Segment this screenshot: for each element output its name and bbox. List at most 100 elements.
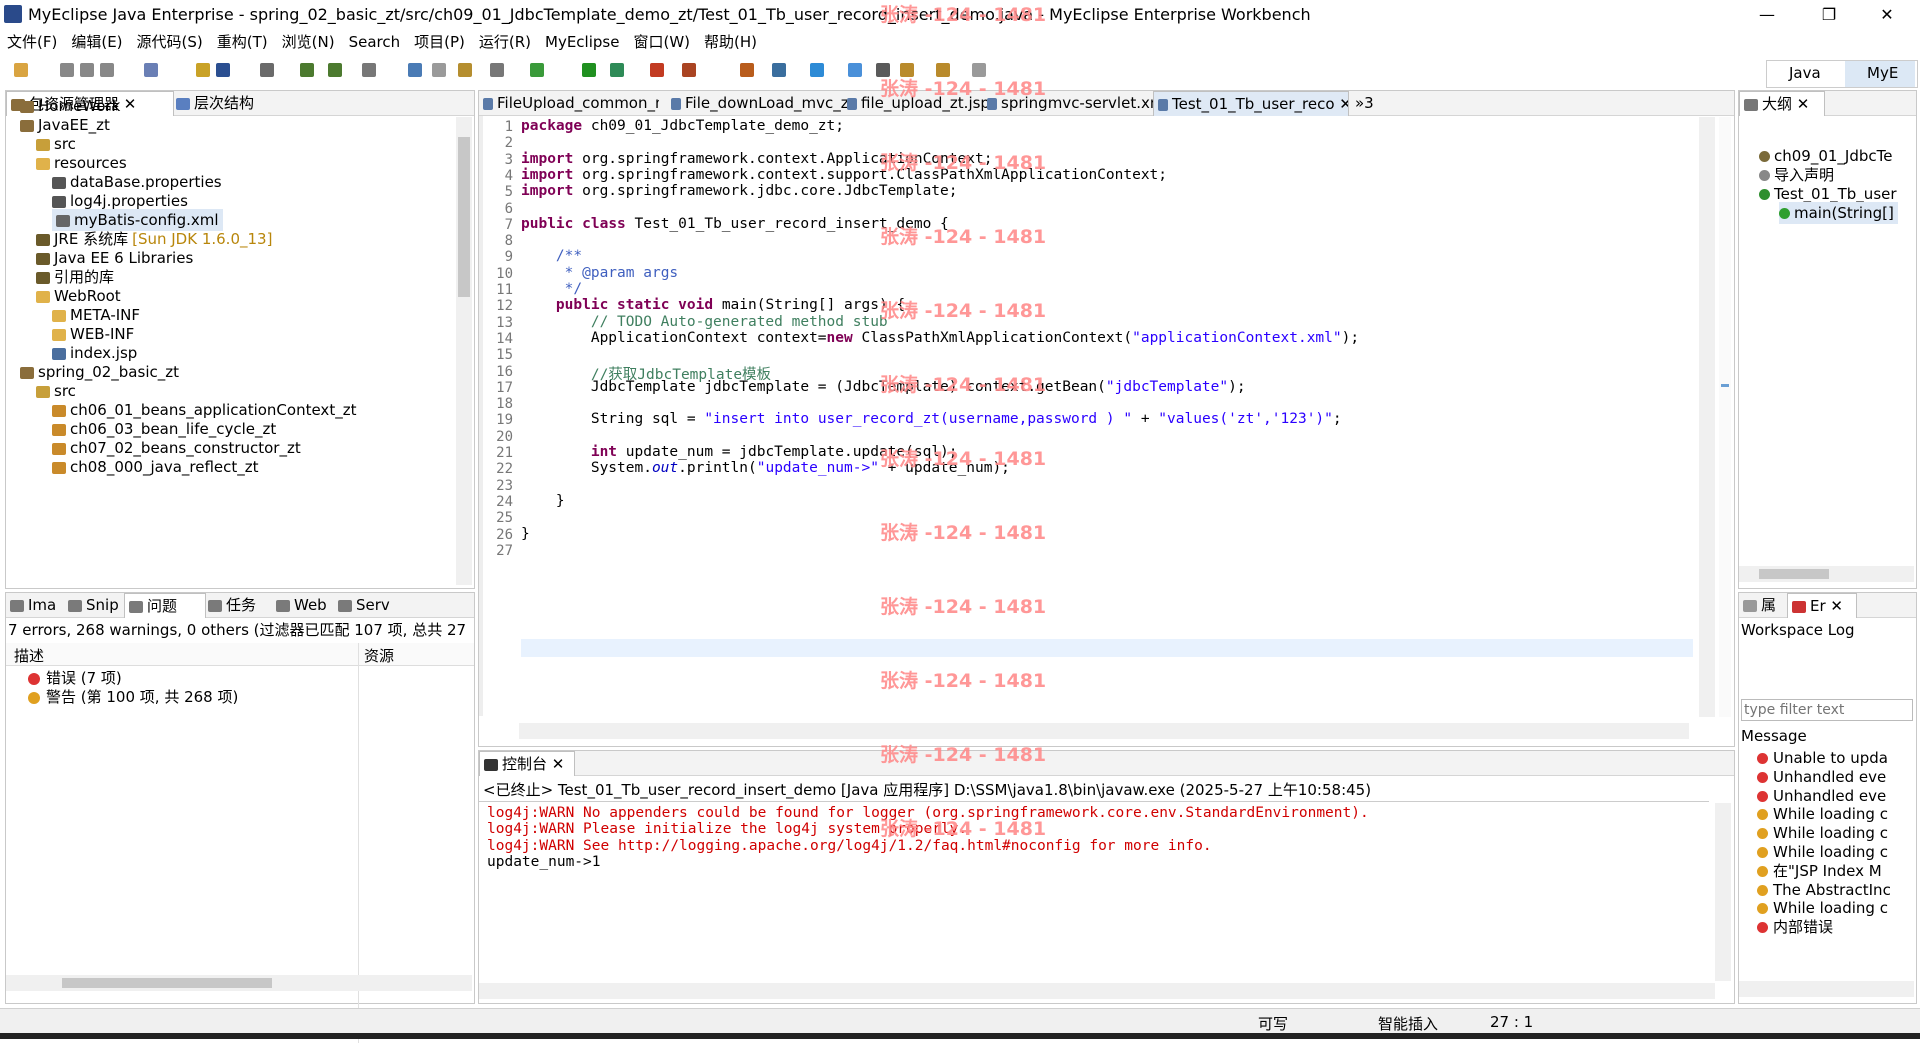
maximize-button[interactable]: ❐ — [1806, 0, 1852, 30]
console-tabs: 控制台 ✕ — [479, 751, 1734, 776]
log-row[interactable]: 内部错误 — [1757, 916, 1907, 938]
tab-bottom-4[interactable]: Web — [272, 593, 334, 617]
file-icon — [483, 97, 493, 110]
myeclipse-app-icon — [4, 5, 22, 23]
menu-item-6[interactable]: 项目(P) — [407, 30, 472, 54]
editor-tab-1[interactable]: File_downLoad_mvc_zt — [667, 91, 847, 115]
toolbar-button-icon-9[interactable] — [328, 63, 342, 77]
menu-item-10[interactable]: 帮助(H) — [697, 30, 764, 54]
file-icon — [847, 97, 857, 110]
tab-bottom-1[interactable]: Snip — [64, 593, 126, 617]
menu-item-9[interactable]: 窗口(W) — [626, 30, 697, 54]
tab-hierarchy[interactable]: 层次结构 — [172, 91, 296, 115]
tab-properties[interactable]: 属 — [1739, 593, 1789, 617]
outline-panel: 大纲 ✕ ch09_01_JdbcTe 导入声明 Test_01_Tb_user ma… — [1738, 90, 1917, 589]
editor-tab-4[interactable]: Test_01_Tb_user_reco ✕ — [1153, 91, 1349, 116]
toolbar-button-icon-26[interactable] — [936, 63, 950, 77]
package-tree-scrollbar[interactable] — [456, 117, 472, 585]
toolbar-button-icon-5[interactable] — [196, 63, 210, 77]
toolbar-button-icon-13[interactable] — [458, 63, 472, 77]
console-h-scrollbar[interactable] — [479, 983, 1715, 999]
log-h-scrollbar[interactable] — [1739, 981, 1914, 997]
toolbar-button-icon-4[interactable] — [144, 63, 158, 77]
minimize-button[interactable]: — — [1744, 0, 1790, 30]
tab-bottom-5[interactable]: Serv — [334, 593, 396, 617]
tab-bottom-3[interactable]: 任务 — [204, 593, 266, 617]
tab-error-log[interactable]: Er ✕ — [1787, 593, 1857, 618]
outline-item[interactable]: main(String[] — [1779, 202, 1898, 224]
editor-tabs-overflow[interactable]: »3 — [1351, 91, 1385, 115]
toolbar-button-icon-3[interactable] — [100, 63, 114, 77]
tree-item[interactable]: ch08_000_java_reflect_zt — [52, 456, 259, 478]
view-icon — [129, 600, 143, 613]
tab-outline[interactable]: 大纲 ✕ — [1739, 91, 1825, 116]
perspective-java[interactable]: Java — [1789, 64, 1821, 82]
code-line: * @param args — [521, 264, 679, 281]
log-filter-input[interactable] — [1741, 699, 1913, 721]
line-number: 8 — [504, 233, 513, 250]
toolbar-button-icon-25[interactable] — [900, 63, 914, 77]
tab-bottom-0[interactable]: Ima — [6, 593, 68, 617]
code-area[interactable]: 1 2 3 4 5 6 7 8 9 10 11 12 13 14 15 16 17 18 19 20 21 22 23 24 2… — [483, 118, 1693, 708]
toolbar-button-icon-22[interactable] — [810, 63, 824, 77]
toolbar-button-icon-19[interactable] — [682, 63, 696, 77]
menu-item-7[interactable]: 运行(R) — [472, 30, 538, 54]
toolbar-button-icon-6[interactable] — [216, 63, 230, 77]
toolbar-button-icon-12[interactable] — [432, 63, 446, 77]
menu-item-3[interactable]: 重构(T) — [210, 30, 275, 54]
column-description[interactable]: 描述 — [14, 645, 44, 666]
line-number: 19 — [496, 412, 513, 429]
error-icon — [1757, 753, 1768, 764]
problem-row[interactable]: 警告 (第 100 项, 共 268 项) — [28, 686, 238, 708]
toolbar-button-icon-14[interactable] — [490, 63, 504, 77]
line-number: 12 — [496, 298, 513, 315]
menu-item-2[interactable]: 源代码(S) — [130, 30, 210, 54]
toolbar-button-icon-16[interactable] — [582, 63, 596, 77]
menu-item-8[interactable]: MyEclipse — [538, 30, 626, 54]
package-icon — [52, 442, 66, 455]
toolbar-button-icon-10[interactable] — [362, 63, 376, 77]
toolbar-button-icon-1[interactable] — [60, 63, 74, 77]
jsp-file-icon — [52, 347, 66, 360]
line-number: 5 — [504, 184, 513, 201]
toolbar-button-icon-17[interactable] — [610, 63, 624, 77]
outline-h-scrollbar[interactable] — [1739, 566, 1914, 582]
toolbar-button-icon-0[interactable] — [14, 63, 28, 77]
tree-item-label: resources — [54, 154, 127, 172]
console-header: <已终止> Test_01_Tb_user_record_insert_demo… — [483, 781, 1372, 799]
toolbar-button-icon-11[interactable] — [408, 63, 422, 77]
code-line: /** — [521, 248, 583, 265]
warning-icon — [1757, 884, 1768, 896]
menu-item-0[interactable]: 文件(F) — [0, 30, 64, 54]
menu-item-4[interactable]: 浏览(N) — [275, 30, 342, 54]
problems-h-scrollbar[interactable] — [6, 975, 472, 991]
watermark-text: 张涛 -124 - 1481 — [880, 226, 1047, 248]
perspective-myeclipse[interactable]: MyE — [1867, 64, 1898, 82]
toolbar-button-icon-8[interactable] — [300, 63, 314, 77]
task-marker[interactable] — [1721, 384, 1729, 387]
menu-item-5[interactable]: Search — [342, 30, 408, 54]
editor-h-scrollbar[interactable] — [519, 723, 1689, 739]
toolbar-button-icon-21[interactable] — [772, 63, 786, 77]
editor-panel: FileUpload_common_mu File_downLoad_mvc_zt… — [478, 90, 1735, 747]
bottom-left-tabs: Ima Snip 问题 任务 Web Serv — [6, 593, 474, 618]
toolbar-button-icon-24[interactable] — [876, 63, 890, 77]
editor-tab-0[interactable]: FileUpload_common_mu — [479, 91, 659, 115]
editor-v-scrollbar[interactable] — [1699, 117, 1715, 717]
column-message[interactable]: Message — [1741, 727, 1807, 745]
tab-bottom-2[interactable]: 问题 — [124, 593, 206, 618]
toolbar-button-icon-7[interactable] — [260, 63, 274, 77]
toolbar-button-icon-18[interactable] — [650, 63, 664, 77]
console-v-scrollbar[interactable] — [1715, 803, 1731, 981]
toolbar-button-icon-27[interactable] — [972, 63, 986, 77]
toolbar-button-icon-20[interactable] — [740, 63, 754, 77]
hierarchy-icon — [176, 97, 190, 110]
error-icon — [1757, 922, 1768, 934]
close-button[interactable]: ✕ — [1864, 0, 1910, 30]
menu-item-1[interactable]: 编辑(E) — [64, 30, 129, 54]
toolbar-button-icon-23[interactable] — [848, 63, 862, 77]
toolbar-button-icon-15[interactable] — [530, 63, 544, 77]
column-resource[interactable]: 资源 — [364, 645, 394, 666]
toolbar-button-icon-2[interactable] — [80, 63, 94, 77]
tab-console[interactable]: 控制台 ✕ — [479, 751, 575, 776]
